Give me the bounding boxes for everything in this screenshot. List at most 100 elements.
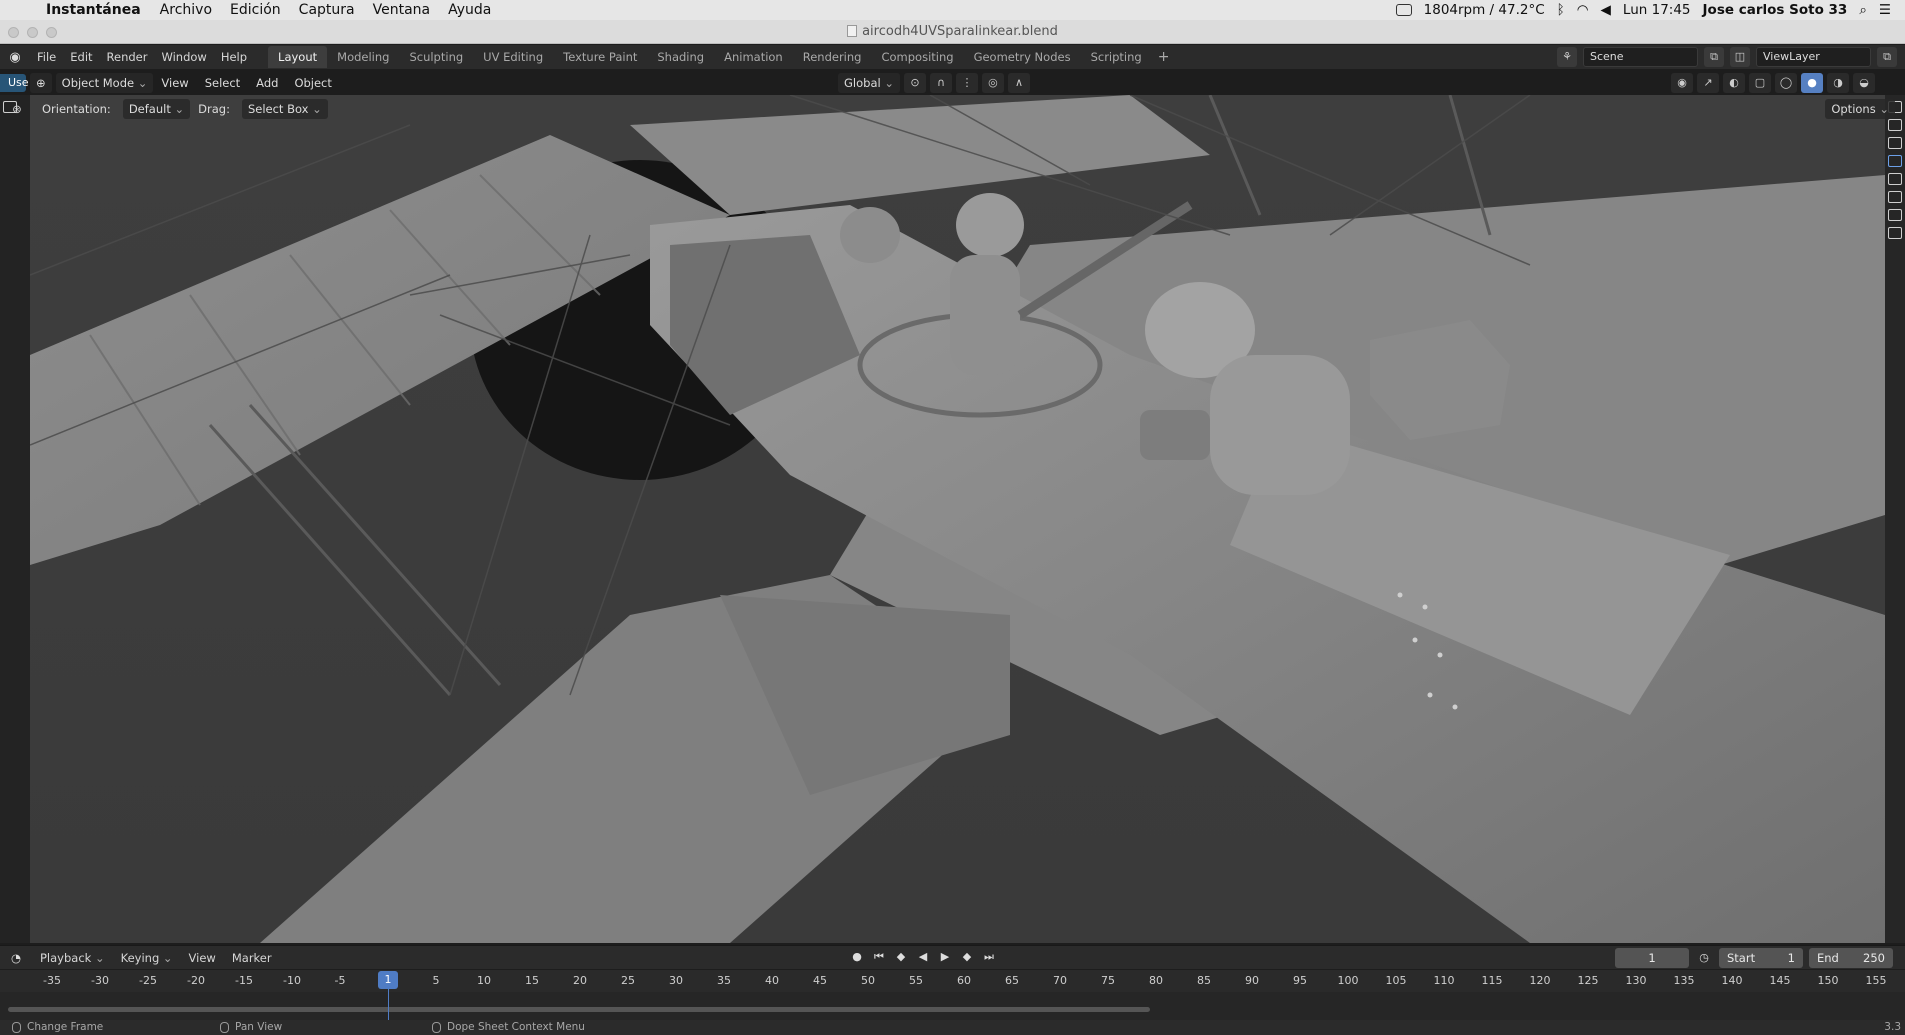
scene-icon[interactable]: ⚘: [1557, 47, 1577, 67]
prev-keyframe-icon[interactable]: ◆: [892, 948, 910, 966]
mac-menubar: Instantánea Archivo Edición Captura Vent…: [0, 0, 1905, 20]
menu-window[interactable]: Window: [154, 50, 213, 64]
camera-device: [1140, 410, 1210, 460]
mac-menu-archivo[interactable]: Archivo: [151, 2, 221, 18]
tab-compositing[interactable]: Compositing: [871, 46, 963, 68]
menu-add[interactable]: Add: [248, 76, 286, 90]
next-keyframe-icon[interactable]: ◆: [958, 948, 976, 966]
view-layer-icon[interactable]: ◫: [1730, 47, 1750, 67]
pivot-point-icon[interactable]: ⊙: [903, 73, 926, 93]
timeline-scrollbar[interactable]: [8, 1007, 1150, 1012]
timeline[interactable]: -35 -30 -25 -20 -15 -10 -5 1 5 10 15 20 25 30 35 40 45 50…: [0, 970, 1905, 1021]
view-layer-selector[interactable]: ViewLayer: [1756, 47, 1871, 67]
orientation-dropdown[interactable]: Default: [122, 99, 191, 119]
mac-menu-ayuda[interactable]: Ayuda: [439, 2, 500, 18]
editor-type-icon[interactable]: ⊕: [30, 73, 52, 93]
fan-status[interactable]: 1804rpm / 47.2°C: [1424, 2, 1545, 18]
tab-rendering[interactable]: Rendering: [793, 46, 872, 68]
overlays-icon[interactable]: ◐: [1723, 73, 1745, 93]
transform-orientation-dropdown[interactable]: Global: [838, 73, 900, 93]
camera-icon[interactable]: [1888, 155, 1902, 167]
visibility-icon[interactable]: ◉: [1671, 73, 1693, 93]
gizmo-icon[interactable]: ↗: [1697, 73, 1719, 93]
material-shading-icon[interactable]: ◑: [1827, 73, 1849, 93]
frame-ruler[interactable]: -35 -30 -25 -20 -15 -10 -5 1 5 10 15 20 25 30 35 40 45 50…: [0, 970, 1905, 992]
new-view-layer-icon[interactable]: ⧉: [1877, 47, 1897, 67]
screen-record-icon[interactable]: [1395, 4, 1412, 16]
proportional-edit-icon[interactable]: ◎: [981, 73, 1004, 93]
add-workspace-button[interactable]: +: [1152, 49, 1176, 65]
workspace-tabs: Layout Modeling Sculpting UV Editing Tex…: [268, 45, 1175, 69]
marker-menu[interactable]: Marker: [224, 951, 280, 965]
scene-selector[interactable]: Scene: [1583, 47, 1698, 67]
menu-edit[interactable]: Edit: [63, 50, 99, 64]
blender-logo-icon[interactable]: ◉: [0, 50, 30, 65]
keying-menu[interactable]: Keying: [113, 951, 181, 965]
control-center-icon[interactable]: ☰: [1879, 2, 1891, 18]
frame-tick: -5: [334, 974, 346, 987]
tab-sculpting[interactable]: Sculpting: [399, 46, 473, 68]
start-frame-field[interactable]: Start 1: [1719, 948, 1803, 968]
tab-layout[interactable]: Layout: [268, 46, 328, 68]
xray-icon[interactable]: ▢: [1749, 73, 1771, 93]
solid-shading-icon[interactable]: ●: [1801, 73, 1823, 93]
volume-icon[interactable]: ◀: [1601, 2, 1611, 18]
mac-menu-captura[interactable]: Captura: [290, 2, 364, 18]
tab-animation[interactable]: Animation: [714, 46, 793, 68]
wifi-icon[interactable]: ◠: [1577, 2, 1589, 18]
tab-shading[interactable]: Shading: [647, 46, 714, 68]
3d-viewport[interactable]: [30, 95, 1885, 943]
menu-select[interactable]: Select: [197, 76, 248, 90]
clock-icon[interactable]: ◷: [1695, 949, 1713, 967]
end-frame-field[interactable]: End 250: [1809, 948, 1893, 968]
current-frame-field[interactable]: 1: [1615, 948, 1689, 968]
menu-render[interactable]: Render: [100, 50, 155, 64]
tool-icon[interactable]: ⊛: [0, 102, 34, 116]
playhead[interactable]: 1: [378, 971, 398, 989]
record-icon[interactable]: ●: [848, 948, 866, 966]
new-scene-icon[interactable]: ⧉: [1704, 47, 1724, 67]
frame-tick: 100: [1337, 974, 1359, 987]
timeline-view-menu[interactable]: View: [181, 951, 224, 965]
timeline-editor-icon[interactable]: ◔: [0, 951, 32, 965]
minimize-window-button[interactable]: [27, 27, 38, 38]
jump-start-icon[interactable]: ⏮: [870, 948, 888, 966]
menu-view[interactable]: View: [153, 76, 196, 90]
user-name[interactable]: Jose carlos Soto 33: [1703, 2, 1848, 18]
menu-file[interactable]: File: [30, 50, 63, 64]
falloff-icon[interactable]: ∧: [1007, 73, 1030, 93]
tab-uv-editing[interactable]: UV Editing: [473, 46, 553, 68]
bluetooth-icon[interactable]: ᛒ: [1557, 2, 1565, 18]
rendered-shading-icon[interactable]: ◒: [1853, 73, 1875, 93]
snap-target-icon[interactable]: ⋮: [955, 73, 978, 93]
clock[interactable]: Lun 17:45: [1623, 2, 1691, 18]
wireframe-shading-icon[interactable]: ◯: [1775, 73, 1797, 93]
mac-menu-ventana[interactable]: Ventana: [364, 2, 440, 18]
play-icon[interactable]: ▶: [936, 948, 954, 966]
zoom-window-button[interactable]: [46, 27, 57, 38]
tab-scripting[interactable]: Scripting: [1081, 46, 1152, 68]
menu-help[interactable]: Help: [214, 50, 254, 64]
jump-end-icon[interactable]: ⏭: [980, 948, 998, 966]
close-window-button[interactable]: [8, 27, 19, 38]
drag-dropdown[interactable]: Select Box: [241, 99, 328, 119]
options-dropdown[interactable]: Options: [1825, 99, 1895, 119]
tab-geometry-nodes[interactable]: Geometry Nodes: [964, 46, 1081, 68]
camera-icon[interactable]: [1888, 227, 1902, 239]
camera-icon[interactable]: [1888, 137, 1902, 149]
menu-object[interactable]: Object: [286, 76, 339, 90]
play-reverse-icon[interactable]: ◀: [914, 948, 932, 966]
camera-icon[interactable]: [1888, 209, 1902, 221]
mac-menu-edicion[interactable]: Edición: [221, 2, 290, 18]
camera-icon[interactable]: [1888, 191, 1902, 203]
spotlight-search-icon[interactable]: ⌕: [1859, 2, 1867, 18]
blender-topbar: ◉ File Edit Render Window Help Layout Mo…: [0, 45, 1905, 69]
playback-menu[interactable]: Playback: [32, 951, 113, 965]
tab-modeling[interactable]: Modeling: [327, 46, 399, 68]
object-mode-dropdown[interactable]: Object Mode: [55, 73, 154, 93]
tab-texture-paint[interactable]: Texture Paint: [553, 46, 647, 68]
camera-icon[interactable]: [1888, 173, 1902, 185]
magnet-icon[interactable]: ∩: [929, 73, 952, 93]
mac-app-name[interactable]: Instantánea: [36, 2, 151, 18]
use-tab[interactable]: Use: [0, 74, 29, 92]
